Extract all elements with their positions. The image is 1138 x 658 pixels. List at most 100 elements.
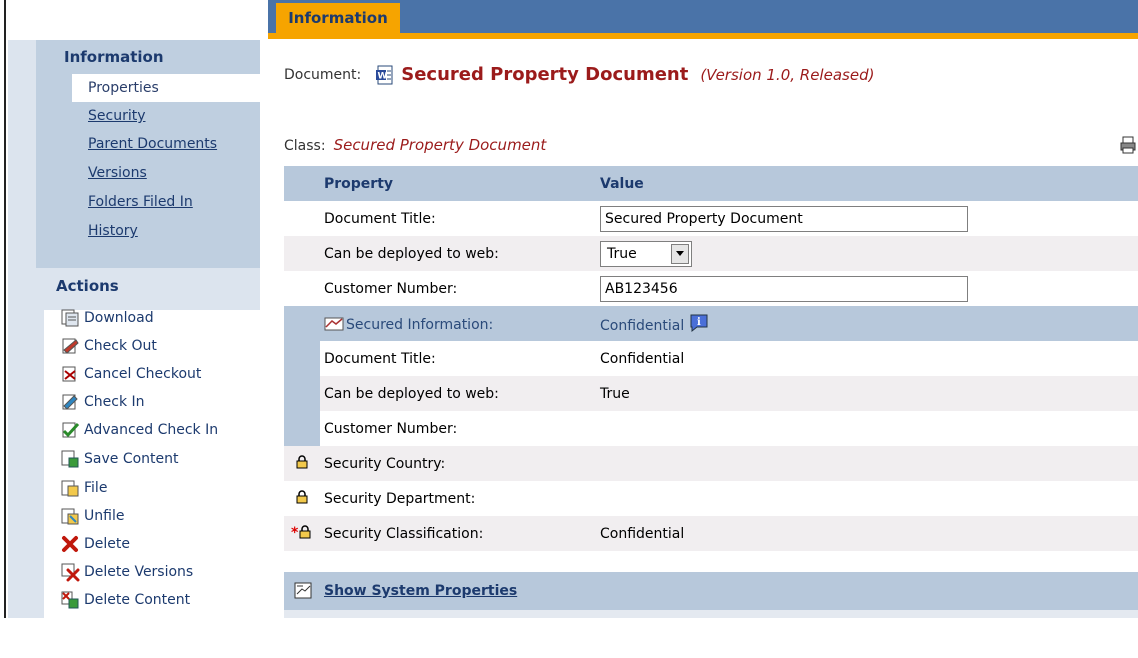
- save-content-icon: [61, 450, 79, 468]
- table-row: Document Title: Confidential: [284, 341, 1138, 376]
- property-label: Document Title:: [320, 341, 596, 376]
- actions-heading: Actions: [56, 277, 119, 295]
- action-check-out[interactable]: Check Out: [60, 332, 157, 360]
- property-value: True: [596, 376, 1138, 411]
- document-label: Document:: [284, 66, 362, 83]
- lock-cell: [284, 446, 320, 481]
- customer-number-field[interactable]: [600, 275, 968, 302]
- property-label: Security Classification:: [320, 516, 596, 551]
- secured-information-value-cell: Confidential i: [596, 306, 1138, 341]
- lock-cell: *: [284, 516, 320, 551]
- action-label: Cancel Checkout: [84, 366, 202, 382]
- main-content: Document: W Secured Property Document (V…: [268, 40, 1138, 618]
- table-row: Customer Number:: [284, 411, 1138, 446]
- delete-versions-icon: [61, 563, 80, 582]
- deploy-to-web-select[interactable]: True: [600, 240, 692, 267]
- property-label: Customer Number:: [320, 411, 596, 446]
- action-label: File: [84, 480, 108, 496]
- table-row: Can be deployed to web: True: [284, 236, 1138, 271]
- property-label: Document Title:: [320, 201, 596, 236]
- advanced-check-in-icon: [62, 422, 80, 438]
- delete-content-icon: [61, 591, 79, 609]
- class-line: Class: Secured Property Document: [284, 136, 546, 154]
- gutter-cell: [284, 236, 320, 271]
- property-value: Confidential: [596, 516, 1138, 551]
- gutter-cell: [284, 271, 320, 306]
- property-label: Secured Information:: [346, 316, 494, 333]
- select-value: True: [607, 245, 637, 262]
- action-label: Delete: [84, 536, 130, 552]
- action-label: Advanced Check In: [84, 422, 219, 438]
- property-label: Security Country:: [320, 446, 596, 481]
- svg-text:W: W: [378, 71, 388, 81]
- table-row: Can be deployed to web: True: [284, 376, 1138, 411]
- top-bar: Information: [8, 0, 1138, 40]
- required-lock-icon: *: [291, 525, 311, 541]
- app-frame: Information Information Properties Secur…: [0, 0, 1138, 658]
- sidebar-item-properties[interactable]: Properties: [72, 74, 268, 102]
- property-value: [596, 446, 1138, 481]
- action-unfile[interactable]: Unfile: [60, 502, 124, 530]
- tab-information[interactable]: Information: [276, 3, 400, 39]
- document-line: Document: W Secured Property Document (V…: [284, 64, 874, 85]
- info-icon[interactable]: i: [689, 313, 709, 333]
- table-row: Customer Number:: [284, 271, 1138, 306]
- show-system-properties-bar: Show System Properties: [284, 572, 1138, 610]
- print-icon[interactable]: [1120, 136, 1136, 154]
- property-label: Can be deployed to web:: [320, 376, 596, 411]
- table-row: Document Title:: [284, 201, 1138, 236]
- lock-icon: [296, 489, 308, 503]
- property-value: [596, 481, 1138, 516]
- download-icon: [61, 309, 79, 327]
- gutter-cell: [284, 306, 320, 341]
- action-advanced-check-in[interactable]: Advanced Check In: [60, 416, 218, 444]
- action-download[interactable]: Download: [60, 304, 154, 332]
- delete-icon: [62, 536, 78, 552]
- table-row: Security Country:: [284, 446, 1138, 481]
- show-system-properties-link[interactable]: Show System Properties: [324, 583, 517, 599]
- action-label: Check In: [84, 394, 145, 410]
- sidebar: Information Properties Security Parent D…: [8, 40, 268, 658]
- table-row: Security Department:: [284, 481, 1138, 516]
- class-label: Class:: [284, 138, 326, 154]
- action-save-content[interactable]: Save Content: [60, 445, 179, 473]
- sidebar-item-versions[interactable]: Versions: [88, 159, 268, 187]
- check-out-icon: [62, 338, 79, 354]
- document-version: (Version 1.0, Released): [700, 65, 875, 84]
- properties-table: Property Value Document Title: Can be de…: [284, 166, 1138, 551]
- action-label: Check Out: [84, 338, 157, 354]
- table-row-secured-group: Secured Information: Confidential i: [284, 306, 1138, 341]
- svg-text:*: *: [291, 525, 299, 539]
- check-in-icon: [62, 394, 78, 410]
- sidebar-item-folders-filed-in[interactable]: Folders Filed In: [88, 188, 268, 216]
- action-delete-content[interactable]: Delete Content: [60, 586, 190, 614]
- property-label: Customer Number:: [320, 271, 596, 306]
- action-delete-versions[interactable]: Delete Versions: [60, 558, 193, 586]
- gutter-cell: [284, 341, 320, 376]
- column-header-property: Property: [320, 166, 596, 201]
- class-value: Secured Property Document: [333, 136, 547, 154]
- sidebar-item-history[interactable]: History: [88, 217, 268, 245]
- property-value: Confidential: [596, 341, 1138, 376]
- secured-info-icon: [324, 317, 344, 330]
- gutter-cell: [284, 376, 320, 411]
- information-heading: Information: [64, 48, 164, 66]
- gutter-cell: [284, 411, 320, 446]
- action-cancel-checkout[interactable]: Cancel Checkout: [60, 360, 201, 388]
- property-value: [596, 411, 1138, 446]
- gutter-cell: [284, 201, 320, 236]
- document-title-field[interactable]: [600, 205, 968, 232]
- window-edge: [0, 0, 6, 618]
- action-delete[interactable]: Delete: [60, 530, 130, 558]
- action-file[interactable]: File: [60, 474, 107, 502]
- unfile-icon: [61, 508, 79, 525]
- action-check-in[interactable]: Check In: [60, 388, 145, 416]
- svg-text:i: i: [697, 317, 701, 328]
- file-icon: [61, 480, 79, 497]
- sidebar-item-security[interactable]: Security: [88, 102, 268, 130]
- chevron-down-icon[interactable]: [671, 243, 689, 264]
- sidebar-item-parent-documents[interactable]: Parent Documents: [88, 130, 268, 158]
- bottom-strip: [284, 610, 1138, 618]
- property-label: Can be deployed to web:: [320, 236, 596, 271]
- table-row: * Security Classification: Confidential: [284, 516, 1138, 551]
